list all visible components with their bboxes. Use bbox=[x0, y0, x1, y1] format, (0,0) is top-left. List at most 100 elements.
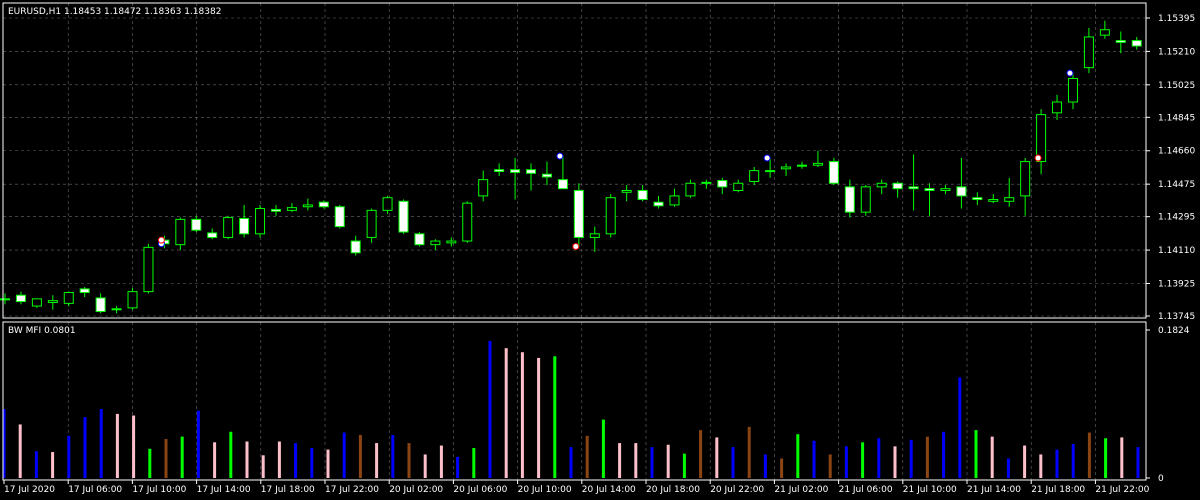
mfi-bar bbox=[877, 438, 881, 478]
candle-body bbox=[15, 294, 26, 303]
candle bbox=[924, 183, 935, 216]
mfi-bar bbox=[148, 448, 152, 478]
candle bbox=[31, 298, 42, 308]
candle-body bbox=[876, 182, 887, 188]
price-tick-label: 1.15210 bbox=[1158, 47, 1195, 57]
candle-body bbox=[350, 240, 361, 254]
candle bbox=[350, 235, 361, 256]
candle-body bbox=[334, 206, 345, 228]
candle-body bbox=[526, 169, 537, 174]
main-panel-frame bbox=[2, 2, 1147, 319]
candle-body bbox=[1052, 101, 1063, 114]
candle bbox=[286, 203, 297, 213]
candle-body bbox=[318, 201, 329, 208]
candle bbox=[541, 161, 552, 186]
candle-body bbox=[191, 218, 202, 231]
price-tick-label: 1.14660 bbox=[1158, 147, 1195, 157]
candle-body bbox=[892, 182, 903, 190]
time-tick-label: 21 Jul 06:00 bbox=[839, 485, 893, 495]
mfi-bars bbox=[2, 340, 1140, 478]
candle bbox=[255, 204, 266, 238]
candle-body bbox=[1131, 40, 1142, 47]
candle-body bbox=[127, 291, 138, 309]
candle bbox=[446, 237, 457, 247]
candle bbox=[557, 156, 568, 190]
mfi-bar bbox=[520, 352, 524, 478]
mfi-bar bbox=[34, 451, 38, 478]
price-axis: 1.15395 1.15210 1.15025 1.14845 1.14660 1.144… bbox=[1146, 14, 1195, 322]
time-tick-label: 21 Jul 18:00 bbox=[1031, 485, 1085, 495]
candle bbox=[812, 150, 823, 167]
mfi-bar bbox=[1136, 447, 1140, 478]
candle-body bbox=[462, 202, 473, 242]
candle-body bbox=[510, 169, 521, 173]
candle bbox=[685, 179, 696, 198]
mfi-bar bbox=[569, 447, 573, 478]
time-tick-label: 20 Jul 18:00 bbox=[646, 485, 700, 495]
time-tick-label: 21 Jul 22:00 bbox=[1095, 485, 1149, 495]
mfi-bar bbox=[844, 446, 848, 478]
mfi-bar bbox=[196, 410, 200, 478]
candle bbox=[430, 239, 441, 251]
candle bbox=[0, 293, 10, 305]
candle bbox=[79, 287, 90, 298]
candle-body bbox=[31, 298, 42, 307]
candle bbox=[988, 194, 999, 204]
candle-body bbox=[430, 240, 441, 246]
mfi-bar bbox=[180, 436, 184, 478]
mfi-bar bbox=[958, 377, 962, 478]
candle-body bbox=[685, 182, 696, 197]
price-tick-label: 1.15395 bbox=[1158, 14, 1195, 24]
mfi-bar bbox=[277, 441, 281, 478]
candle bbox=[1131, 36, 1142, 50]
candle-body bbox=[701, 181, 712, 184]
candle-body bbox=[653, 201, 664, 207]
candle bbox=[510, 157, 521, 200]
candle bbox=[414, 232, 425, 247]
candle-body bbox=[79, 288, 90, 294]
candle bbox=[621, 185, 632, 202]
time-tick-label: 20 Jul 06:00 bbox=[453, 485, 507, 495]
time-tick-label: 20 Jul 10:00 bbox=[518, 485, 572, 495]
mfi-bar bbox=[358, 434, 362, 478]
candle-body bbox=[988, 199, 999, 202]
fractal-up-marker bbox=[763, 154, 771, 162]
candle bbox=[1036, 109, 1047, 175]
fractal-up-marker bbox=[1066, 69, 1074, 77]
candle-body bbox=[302, 204, 313, 208]
mfi-bar bbox=[375, 443, 379, 478]
mfi-bar bbox=[391, 434, 395, 478]
candle-body bbox=[1115, 40, 1126, 43]
candle bbox=[717, 177, 728, 195]
candle bbox=[797, 161, 807, 169]
candle bbox=[462, 201, 473, 243]
candle bbox=[223, 215, 234, 240]
grid-lines bbox=[3, 3, 1146, 480]
mfi-tick-label: 0 bbox=[1158, 474, 1164, 484]
candle-body bbox=[765, 170, 776, 173]
mfi-bar bbox=[731, 447, 735, 478]
candle-body bbox=[940, 188, 951, 191]
candle bbox=[781, 163, 792, 177]
mfi-bar bbox=[342, 432, 346, 478]
time-tick-label: 17 Jul 22:00 bbox=[325, 485, 379, 495]
time-tick-label: 21 Jul 10:00 bbox=[903, 485, 957, 495]
price-tick-label: 1.14110 bbox=[1158, 246, 1195, 256]
mfi-bar bbox=[472, 447, 476, 478]
mfi-bar bbox=[51, 452, 55, 478]
candle-body bbox=[1083, 36, 1094, 69]
candle-body bbox=[414, 233, 425, 246]
price-tick-label: 1.13745 bbox=[1158, 312, 1195, 322]
candle-body bbox=[621, 189, 632, 193]
time-tick-label: 17 Jul 18:00 bbox=[261, 485, 315, 495]
fractal-down-marker bbox=[1034, 154, 1042, 162]
chart-canvas: EURUSD,H1 1.18453 1.18472 1.18363 1.1838… bbox=[0, 2, 1195, 495]
price-tick-label: 1.13925 bbox=[1158, 279, 1195, 289]
mfi-bar bbox=[310, 447, 314, 478]
time-tick-label: 20 Jul 22:00 bbox=[710, 485, 764, 495]
main-panel-header: EURUSD,H1 1.18453 1.18472 1.18363 1.1838… bbox=[8, 7, 221, 17]
time-tick-label: 20 Jul 14:00 bbox=[582, 485, 636, 495]
mfi-bar bbox=[618, 443, 622, 478]
candle-body bbox=[972, 197, 983, 201]
candle bbox=[95, 293, 106, 314]
